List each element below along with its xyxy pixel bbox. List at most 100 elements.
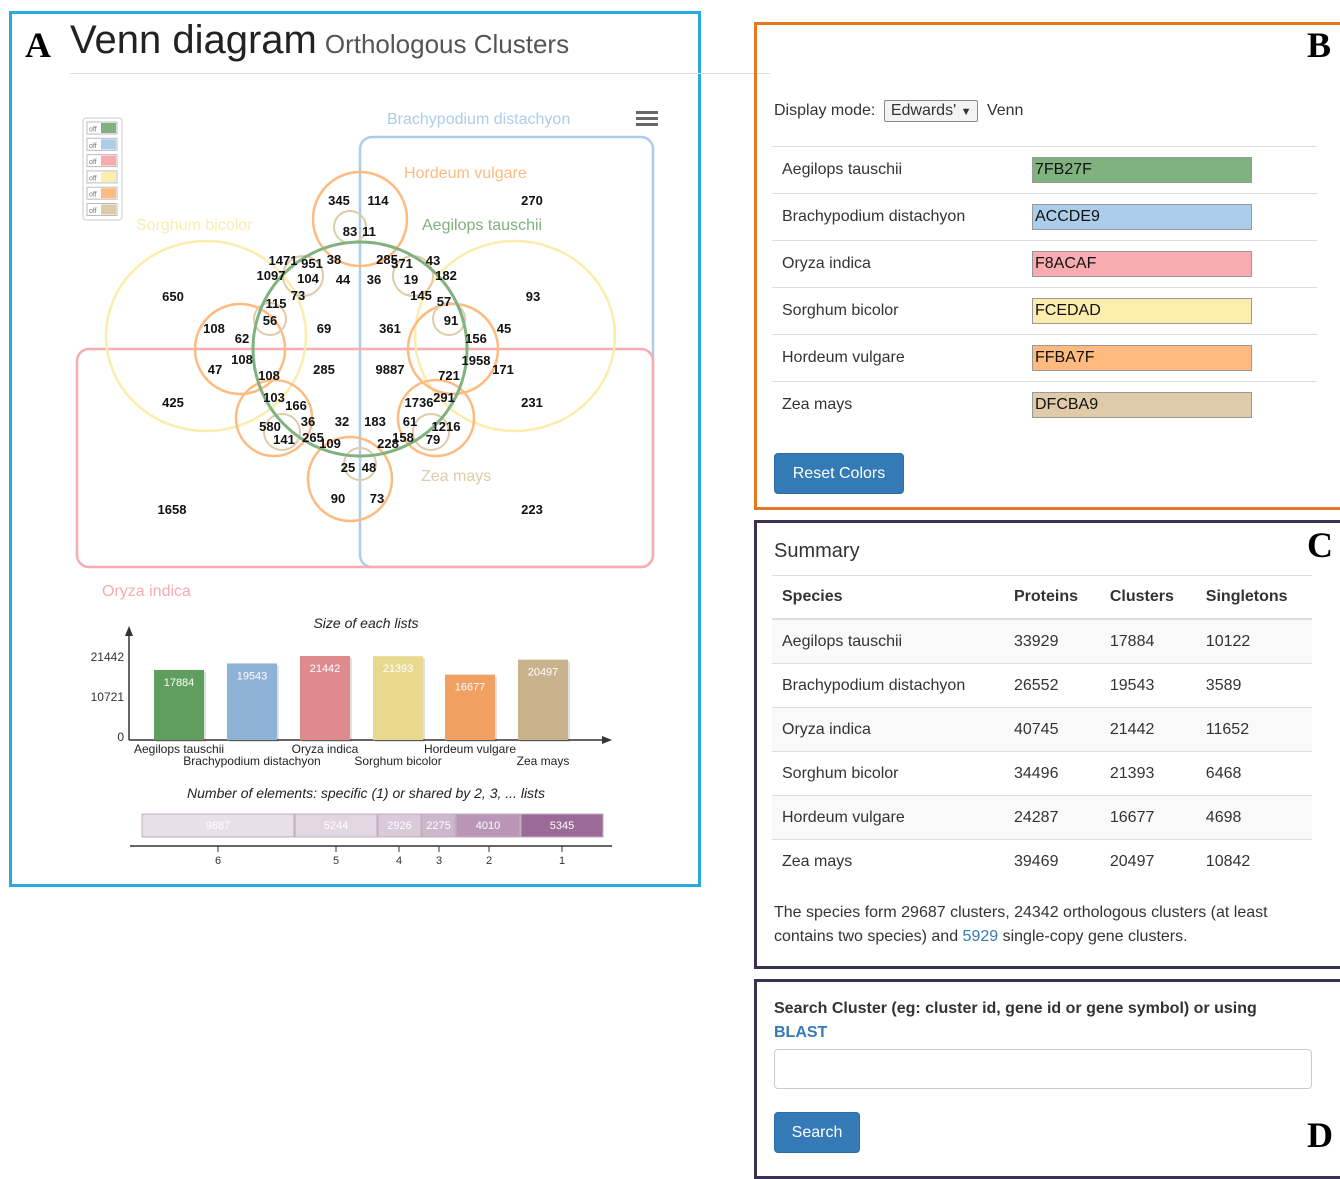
chart1-ytick-zero: 0 (117, 730, 124, 744)
label-aegilops: Aegilops tauschii (422, 217, 542, 234)
summary-header-cell: Clusters (1099, 575, 1196, 620)
color-row-species: Aegilops tauschii (772, 146, 1022, 194)
venn-count: 1958 (462, 353, 491, 368)
venn-count: 57 (437, 294, 451, 309)
blast-link[interactable]: BLAST (774, 1024, 827, 1041)
table-cell: 20497 (1099, 839, 1196, 883)
table-row: Aegilops tauschii 33929 17884 10122 (772, 618, 1312, 664)
hamburger-menu-icon[interactable] (636, 111, 658, 126)
table-cell: 21393 (1099, 751, 1196, 796)
venn-count: 171 (492, 362, 514, 377)
venn-count: 1658 (158, 502, 187, 517)
table-cell: 11652 (1195, 707, 1312, 752)
venn-count: 108 (203, 321, 225, 336)
table-cell: 26552 (1003, 663, 1100, 708)
venn-count: 93 (526, 289, 540, 304)
summary-header-row: Species Proteins Clusters Singletons (772, 575, 1312, 620)
table-row: Zea mays 39469 20497 10842 (772, 839, 1312, 883)
color-row-species: Brachypodium distachyon (772, 193, 1022, 241)
color-row-input-cell: 7FB27F (1022, 146, 1317, 194)
table-row: Brachypodium distachyon 26552 19543 3589 (772, 663, 1312, 708)
color-row-input-cell: ACCDE9 (1022, 193, 1317, 241)
venn-count: 166 (285, 398, 307, 413)
color-row: Zea mays DFCBA9 (772, 381, 1317, 428)
chart1-category-label: Sorghum bicolor (354, 754, 441, 768)
venn-count: 145 (410, 288, 432, 303)
species-color-table: Aegilops tauschii 7FB27F Brachypodium dist… (772, 146, 1317, 428)
color-row: Brachypodium distachyon ACCDE9 (772, 193, 1317, 241)
venn-count: 114 (368, 193, 390, 208)
venn-count: 19 (404, 272, 418, 287)
chart1-title: Size of each lists (313, 615, 418, 631)
chart1-bar-label: 16677 (455, 682, 486, 694)
color-hex-input[interactable]: F8ACAF (1032, 251, 1252, 277)
color-row: Oryza indica F8ACAF (772, 240, 1317, 288)
color-row-input-cell: F8ACAF (1022, 240, 1317, 288)
summary-header-cell: Proteins (1003, 575, 1100, 620)
venn-count: 90 (331, 491, 345, 506)
venn-count: 36 (367, 272, 381, 287)
color-hex-input[interactable]: 7FB27F (1032, 157, 1252, 183)
venn-count: 61 (403, 414, 417, 429)
table-cell: 34496 (1003, 751, 1100, 796)
color-row-species: Zea mays (772, 381, 1022, 428)
color-row: Aegilops tauschii 7FB27F (772, 146, 1317, 194)
display-settings-panel: Display mode: Edwards' ▼ Venn Aegilops t… (754, 22, 1340, 510)
venn-count: 285 (313, 362, 335, 377)
venn-count: 291 (433, 390, 455, 405)
table-cell: 3589 (1195, 663, 1312, 708)
venn-count: 73 (370, 491, 384, 506)
color-hex-input[interactable]: FFBA7F (1032, 345, 1252, 371)
table-cell: Zea mays (772, 839, 1004, 883)
chart2-title: Number of elements: specific (1) or shar… (187, 785, 545, 801)
search-label: Search Cluster (eg: cluster id, gene id … (774, 997, 1314, 1045)
chart2-tick-label: 2 (486, 855, 492, 867)
venn-count: 103 (263, 390, 285, 405)
legend-swatch-aegilops (101, 123, 116, 133)
search-input[interactable] (774, 1049, 1312, 1089)
venn-count: 158 (392, 430, 414, 445)
search-panel: Search Cluster (eg: cluster id, gene id … (754, 979, 1340, 1179)
table-cell: 10122 (1195, 618, 1312, 664)
color-row: Sorghum bicolor FCEDAD (772, 287, 1317, 335)
chart1-category-label: Zea mays (517, 754, 570, 768)
venn-count: 231 (521, 395, 543, 410)
list-size-chart: Size of each lists 21442 10721 0 17884 19… (91, 615, 612, 768)
chart1-ytick-mid: 10721 (91, 690, 125, 704)
color-hex-input[interactable]: ACCDE9 (1032, 204, 1252, 230)
single-copy-link[interactable]: 5929 (963, 928, 999, 945)
venn-count: 73 (291, 288, 305, 303)
venn-count: 425 (162, 395, 184, 410)
chevron-down-icon: ▼ (960, 106, 972, 118)
color-row-species: Sorghum bicolor (772, 287, 1022, 335)
venn-count: 83 (343, 224, 357, 239)
color-row: Hordeum vulgare FFBA7F (772, 334, 1317, 382)
chart1-bar-label: 21442 (310, 663, 341, 675)
venn-count: 91 (444, 313, 458, 328)
color-row-input-cell: FCEDAD (1022, 287, 1317, 335)
display-mode-row: Display mode: Edwards' ▼ Venn (774, 100, 1023, 122)
venn-count: 25 (341, 460, 355, 475)
chart2-segment-label: 5244 (324, 820, 348, 832)
chart2-segment-label: 9887 (206, 820, 230, 832)
display-mode-select[interactable]: Edwards' ▼ (883, 100, 979, 122)
reset-colors-button[interactable]: Reset Colors (774, 453, 904, 494)
color-hex-input[interactable]: DFCBA9 (1032, 392, 1252, 418)
chart2-tick-label: 5 (333, 855, 339, 867)
search-button[interactable]: Search (774, 1112, 860, 1153)
venn-count: 36 (301, 414, 315, 429)
venn-count: 108 (231, 352, 253, 367)
legend-toggle-label: off (89, 192, 97, 199)
table-cell: 10842 (1195, 839, 1312, 883)
venn-chart: Brachypodium distachyon Hordeum vulgare … (75, 111, 658, 867)
summary-table: Species Proteins Clusters Singletons Aegilo… (772, 575, 1312, 883)
color-hex-input[interactable]: FCEDAD (1032, 298, 1252, 324)
chart1-bar-label: 20497 (528, 667, 559, 679)
venn-panel: Venn diagram Orthologous Clusters Brachyp… (9, 11, 770, 887)
legend-swatch-brachypodium (101, 139, 116, 150)
table-row: Sorghum bicolor 34496 21393 6468 (772, 751, 1312, 796)
legend-toggle-label: off (89, 159, 97, 166)
venn-count: 69 (317, 321, 331, 336)
venn-count: 47 (208, 362, 222, 377)
venn-count: 56 (263, 313, 277, 328)
